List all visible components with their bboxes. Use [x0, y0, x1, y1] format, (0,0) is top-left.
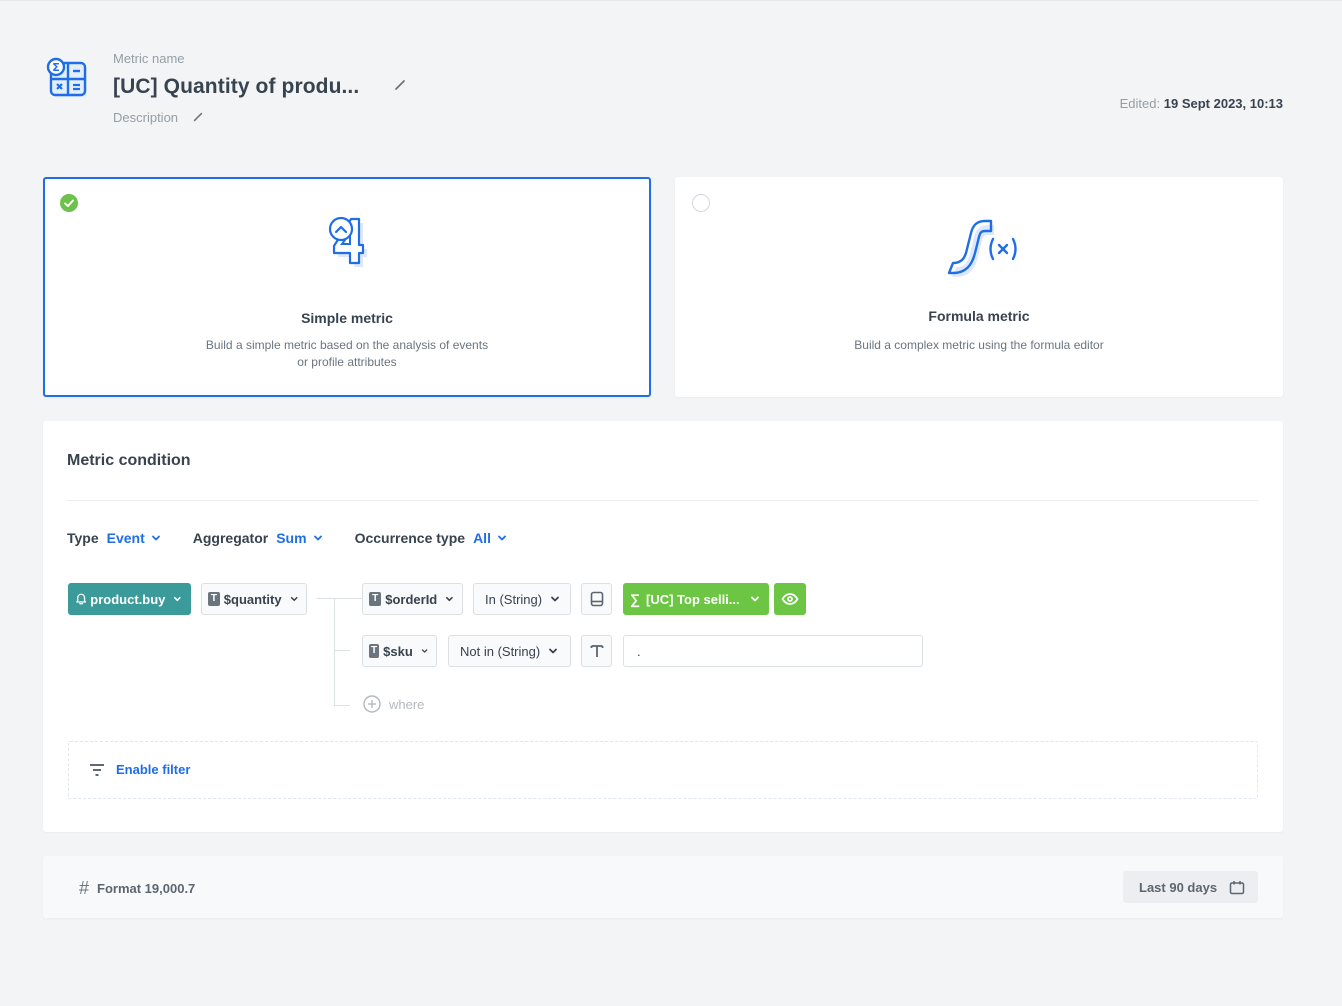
- edit-description-icon[interactable]: [192, 111, 204, 123]
- type-label: Type: [67, 530, 99, 546]
- filter-parameter-name: $orderId: [385, 591, 438, 607]
- eye-icon: [781, 593, 799, 605]
- text-type-icon: T: [369, 592, 382, 606]
- text-type-icon: T: [208, 592, 220, 606]
- edited-label: Edited:: [1119, 96, 1161, 111]
- filter-icon: [90, 763, 104, 776]
- simple-metric-title: Simple metric: [301, 310, 393, 326]
- chevron-down-icon: [751, 596, 759, 602]
- top-divider: [0, 0, 1342, 1]
- metric-name[interactable]: [UC] Quantity of produ...: [113, 75, 359, 99]
- svg-text:Σ: Σ: [52, 61, 60, 74]
- event-bell-icon: [76, 593, 87, 605]
- occurrence-type-selector[interactable]: Occurrence type All: [355, 530, 507, 546]
- chevron-down-icon: [498, 535, 506, 541]
- value-type-button[interactable]: [581, 583, 612, 615]
- simple-metric-illustration-icon: [328, 216, 367, 267]
- occurrence-type-value: All: [473, 530, 491, 546]
- event-name: product.buy: [90, 591, 166, 607]
- divider: [67, 500, 1259, 501]
- filter-box: Enable filter: [68, 741, 1258, 799]
- aggregator-selector[interactable]: Aggregator Sum: [193, 530, 323, 546]
- occurrence-type-label: Occurrence type: [354, 530, 466, 546]
- formula-metric-title: Formula metric: [928, 308, 1030, 324]
- chevron-down-icon: [174, 596, 182, 602]
- format-label: Format 19,000.7: [97, 881, 196, 896]
- type-value: Event: [106, 530, 145, 546]
- metric-condition-title: Metric condition: [67, 452, 191, 469]
- calculator-icon: Σ: [46, 57, 87, 97]
- chevron-down-icon: [151, 535, 160, 541]
- chevron-down-icon: [446, 596, 454, 602]
- date-range-label: Last 90 days: [1139, 879, 1218, 895]
- chevron-down-icon: [549, 648, 558, 654]
- edited-value: 19 Sept 2023, 10:13: [1163, 96, 1283, 111]
- event-parameter-selector[interactable]: T $quantity: [201, 583, 307, 615]
- preview-button[interactable]: [774, 583, 806, 615]
- text-type-icon: [590, 645, 603, 657]
- tree-connector: [334, 598, 335, 705]
- metric-condition-panel: Metric condition Type Event Aggregator S…: [43, 421, 1283, 832]
- chevron-down-icon: [290, 596, 298, 602]
- formula-metric-card[interactable]: Formula metric Build a complex metric us…: [675, 177, 1283, 397]
- chevron-down-icon: [551, 596, 559, 602]
- event-parameter-name: $quantity: [223, 591, 282, 607]
- add-where-label: where: [389, 696, 425, 712]
- metric-name-label: Metric name: [113, 51, 185, 66]
- date-range-button[interactable]: Last 90 days: [1123, 871, 1258, 903]
- filter-parameter-name: $sku: [383, 643, 413, 659]
- formula-metric-description: Build a complex metric using the formula…: [854, 338, 1104, 352]
- aggregator-value: Sum: [276, 530, 307, 546]
- plus-circle-icon: [363, 695, 381, 713]
- filter-parameter-selector[interactable]: T $sku: [362, 635, 437, 667]
- tree-connector: [334, 650, 350, 651]
- text-type-icon: T: [369, 644, 380, 658]
- filter-operator-selector[interactable]: In (String): [473, 583, 571, 615]
- edited-timestamp: Edited: 19 Sept 2023, 10:13: [1120, 96, 1283, 111]
- formula-metric-illustration-icon: [947, 219, 1017, 277]
- condition-selectors: Type Event Aggregator Sum Occurrence typ…: [67, 530, 539, 546]
- tree-connector: [334, 705, 350, 706]
- chevron-down-icon: [313, 535, 322, 541]
- format-button[interactable]: # Format 19,000.7: [79, 878, 195, 899]
- filter-parameter-selector[interactable]: T $orderId: [362, 583, 463, 615]
- filter-operator-selector[interactable]: Not in (String): [448, 635, 571, 667]
- type-selector[interactable]: Type Event: [67, 530, 161, 546]
- unselected-radio[interactable]: [692, 194, 710, 212]
- enable-filter-label: Enable filter: [116, 762, 191, 777]
- tree-connector: [317, 598, 363, 599]
- description-label[interactable]: Description: [113, 110, 178, 125]
- sigma-icon: ∑: [630, 591, 640, 607]
- filter-operator: Not in (String): [460, 643, 541, 659]
- enable-filter-button[interactable]: Enable filter: [89, 762, 190, 777]
- aggregator-label: Aggregator: [192, 530, 269, 546]
- hash-icon: #: [79, 878, 90, 898]
- simple-metric-card[interactable]: Simple metric Build a simple metric base…: [43, 177, 651, 397]
- catalog-icon: [590, 591, 603, 607]
- metric-header: Σ Metric name [UC] Quantity of produ... …: [43, 48, 1283, 138]
- metric-footer: # Format 19,000.7 Last 90 days: [43, 856, 1283, 918]
- value-type-button[interactable]: [581, 635, 612, 667]
- aggregate-value: [UC] Top selli...: [645, 591, 740, 607]
- calendar-icon: [1229, 880, 1245, 894]
- add-where-button[interactable]: where: [363, 695, 424, 713]
- simple-metric-description: Build a simple metric based on the analy…: [205, 338, 489, 369]
- chevron-down-icon: [421, 649, 428, 653]
- aggregate-value-selector[interactable]: ∑ [UC] Top selli...: [623, 583, 769, 615]
- filter-operator: In (String): [485, 591, 543, 607]
- event-selector[interactable]: product.buy: [68, 583, 191, 615]
- filter-value-input[interactable]: [623, 635, 923, 667]
- selected-check-icon: [60, 194, 78, 212]
- edit-name-icon[interactable]: [393, 78, 407, 92]
